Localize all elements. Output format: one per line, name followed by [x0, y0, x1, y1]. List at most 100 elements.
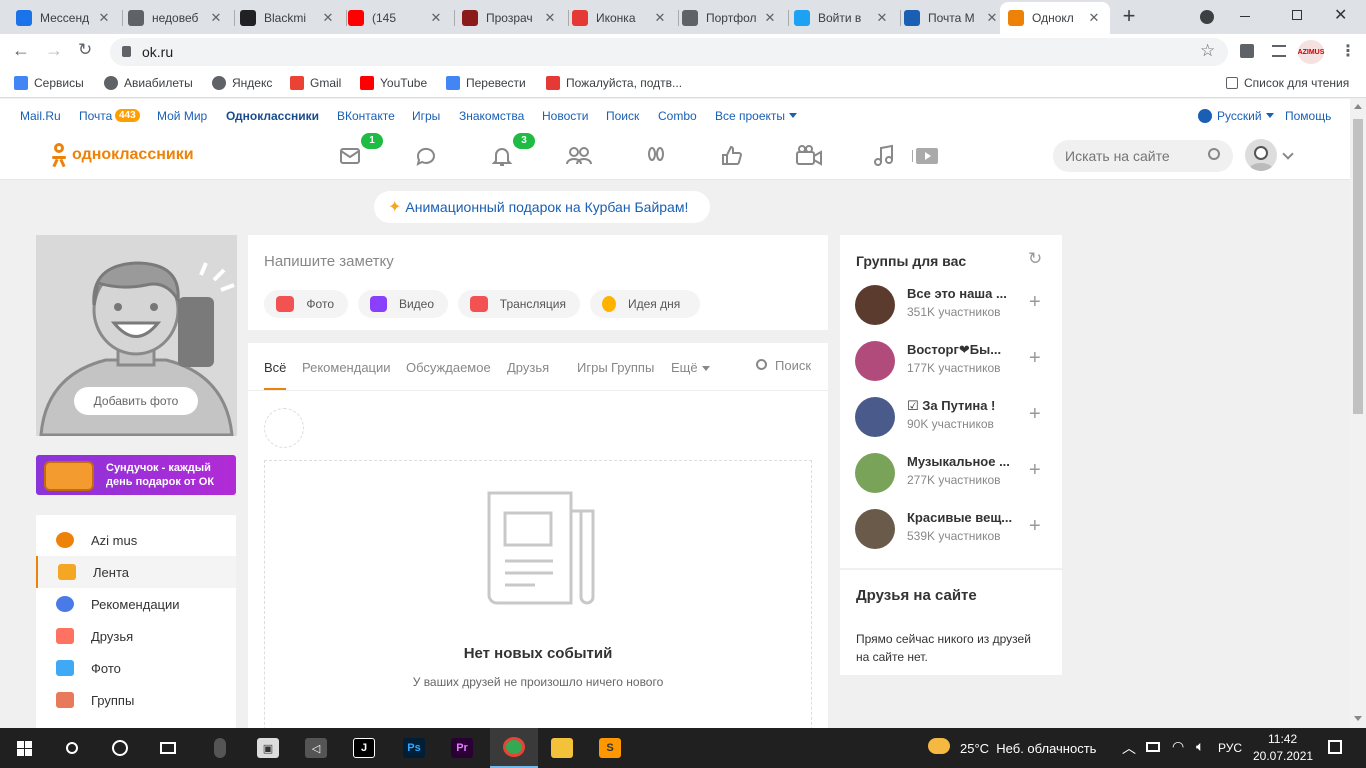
- join-group-plus-icon[interactable]: +: [1029, 459, 1041, 482]
- taskbar-chrome-icon[interactable]: [490, 728, 538, 768]
- task-view-icon[interactable]: [144, 728, 192, 768]
- page-scrollbar[interactable]: [1350, 99, 1366, 728]
- portal-link[interactable]: ВКонтакте: [337, 109, 395, 123]
- bookmark-star-icon[interactable]: ☆: [1200, 41, 1215, 61]
- left-menu-item[interactable]: Фото: [36, 652, 236, 684]
- group-suggestion[interactable]: Музыкальное ... 277K участников +: [855, 449, 1050, 497]
- browser-tab[interactable]: Однокл ✕: [1000, 2, 1110, 34]
- left-menu-item[interactable]: Друзья: [36, 620, 236, 652]
- input-language[interactable]: РУС: [1218, 741, 1242, 755]
- feed-tab[interactable]: Обсуждаемое: [406, 360, 491, 375]
- tab-close-icon[interactable]: ✕: [428, 10, 444, 26]
- minimize-button[interactable]: [1240, 16, 1250, 17]
- bookmark-item[interactable]: Авиабилеты: [104, 76, 193, 90]
- browser-tab[interactable]: недовеб ✕: [120, 2, 232, 34]
- portal-link[interactable]: Combo: [658, 109, 697, 123]
- taskbar-app-mic-icon[interactable]: [196, 728, 244, 768]
- help-link[interactable]: Помощь: [1285, 109, 1331, 123]
- taskbar-photoshop-icon[interactable]: Ps: [390, 728, 438, 768]
- join-group-plus-icon[interactable]: +: [1029, 515, 1041, 538]
- browser-tab[interactable]: Иконка ✕: [564, 2, 676, 34]
- profile-chevron-down-icon[interactable]: [1282, 148, 1294, 160]
- browser-tab[interactable]: Почта M ✕: [896, 2, 1008, 34]
- taskbar-visual-studio-icon[interactable]: ◁: [292, 728, 340, 768]
- join-group-plus-icon[interactable]: +: [1029, 403, 1041, 426]
- tray-device-icon[interactable]: [1146, 742, 1160, 752]
- scroll-down-arrow-icon[interactable]: [1354, 716, 1362, 721]
- browser-tab[interactable]: Blackmi ✕: [232, 2, 344, 34]
- tab-close-icon[interactable]: ✕: [542, 10, 558, 26]
- video-icon[interactable]: [795, 144, 823, 168]
- scroll-up-arrow-icon[interactable]: [1354, 104, 1362, 109]
- friends-icon[interactable]: [566, 144, 592, 168]
- reading-mode-icon[interactable]: [1272, 45, 1286, 57]
- restore-button[interactable]: [1292, 10, 1302, 20]
- tab-search-icon[interactable]: [1200, 10, 1214, 24]
- tab-close-icon[interactable]: ✕: [320, 10, 336, 26]
- search-icon[interactable]: [1208, 148, 1220, 160]
- feed-search-button[interactable]: Поиск: [775, 358, 811, 373]
- taskbar-app-bot-icon[interactable]: ▣: [244, 728, 292, 768]
- group-name[interactable]: Все это наша ...: [907, 286, 1017, 301]
- discussions-icon[interactable]: [414, 144, 438, 168]
- left-menu-item[interactable]: Azi mus: [36, 524, 236, 556]
- tab-close-icon[interactable]: ✕: [652, 10, 668, 26]
- taskbar-sublime-icon[interactable]: S: [586, 728, 634, 768]
- site-search-input[interactable]: [1053, 140, 1233, 172]
- promo-banner[interactable]: ✦ Анимационный подарок на Курбан Байрам!: [374, 191, 710, 223]
- portal-link[interactable]: Почта: [79, 109, 112, 123]
- menu-kebab-icon[interactable]: ⋮: [1340, 41, 1356, 61]
- bookmark-item[interactable]: Яндекс: [212, 76, 272, 90]
- portal-link[interactable]: Все проекты: [715, 109, 785, 123]
- feed-tab[interactable]: Рекомендации: [302, 360, 391, 375]
- portal-link[interactable]: Mail.Ru: [20, 109, 61, 123]
- join-group-plus-icon[interactable]: +: [1029, 347, 1041, 370]
- clock-time[interactable]: 11:42: [1268, 732, 1297, 746]
- join-group-plus-icon[interactable]: +: [1029, 291, 1041, 314]
- tab-close-icon[interactable]: ✕: [96, 10, 112, 26]
- close-window-button[interactable]: ✕: [1334, 5, 1347, 25]
- browser-tab[interactable]: (145 ✕: [340, 2, 452, 34]
- group-name[interactable]: Восторг❤Бы...: [907, 342, 1017, 358]
- portal-link[interactable]: Поиск: [606, 109, 639, 123]
- bookmark-item[interactable]: Перевести: [446, 76, 526, 90]
- portal-link[interactable]: Новости: [542, 109, 588, 123]
- scrollbar-thumb[interactable]: [1353, 119, 1363, 414]
- tab-close-icon[interactable]: ✕: [984, 10, 1000, 26]
- messages-icon[interactable]: [338, 144, 362, 168]
- bookmark-item[interactable]: Сервисы: [14, 76, 84, 90]
- browser-tab[interactable]: Прозрач ✕: [454, 2, 566, 34]
- events-like-icon[interactable]: [720, 144, 744, 168]
- left-menu-item[interactable]: Рекомендации: [36, 588, 236, 620]
- tab-close-icon[interactable]: ✕: [1086, 10, 1102, 26]
- forward-icon[interactable]: →: [45, 40, 63, 61]
- music-icon[interactable]: [872, 144, 896, 168]
- portal-link[interactable]: Знакомства: [459, 109, 524, 123]
- chest-promo-banner[interactable]: Сундучок - каждый день подарок от ОК: [36, 455, 236, 495]
- taskbar-premiere-icon[interactable]: Pr: [438, 728, 486, 768]
- azimus-extension-icon[interactable]: AZIMUS: [1298, 40, 1324, 64]
- feed-tab[interactable]: Всё: [264, 360, 286, 375]
- clock-date[interactable]: 20.07.2021: [1253, 749, 1313, 763]
- video-showcase-icon[interactable]: [912, 144, 940, 168]
- feed-tab[interactable]: Друзья: [507, 360, 549, 375]
- note-input[interactable]: Напишите заметку: [264, 253, 394, 270]
- browser-tab[interactable]: Мессенд ✕: [8, 2, 120, 34]
- left-menu-item[interactable]: Лента: [36, 556, 236, 588]
- notifications-bell-icon[interactable]: [490, 144, 514, 168]
- bookmark-item[interactable]: Gmail: [290, 76, 341, 90]
- search-taskbar-icon[interactable]: [48, 728, 96, 768]
- group-suggestion[interactable]: Восторг❤Бы... 177K участников +: [855, 337, 1050, 385]
- portal-link[interactable]: Мой Мир: [157, 109, 207, 123]
- tray-chevron-up-icon[interactable]: ︿: [1122, 738, 1136, 758]
- new-tab-button[interactable]: +: [1118, 5, 1140, 28]
- language-link[interactable]: Русский: [1217, 109, 1262, 123]
- note-action-button[interactable]: Трансляция: [458, 290, 580, 318]
- add-photo-button[interactable]: Добавить фото: [74, 387, 198, 415]
- group-name[interactable]: ☑ За Путина !: [907, 398, 1017, 414]
- feed-tab[interactable]: Игры: [577, 360, 608, 375]
- note-action-button[interactable]: Фото: [264, 290, 348, 318]
- portal-link[interactable]: Игры: [412, 109, 440, 123]
- tab-close-icon[interactable]: ✕: [874, 10, 890, 26]
- note-action-button[interactable]: Видео: [358, 290, 448, 318]
